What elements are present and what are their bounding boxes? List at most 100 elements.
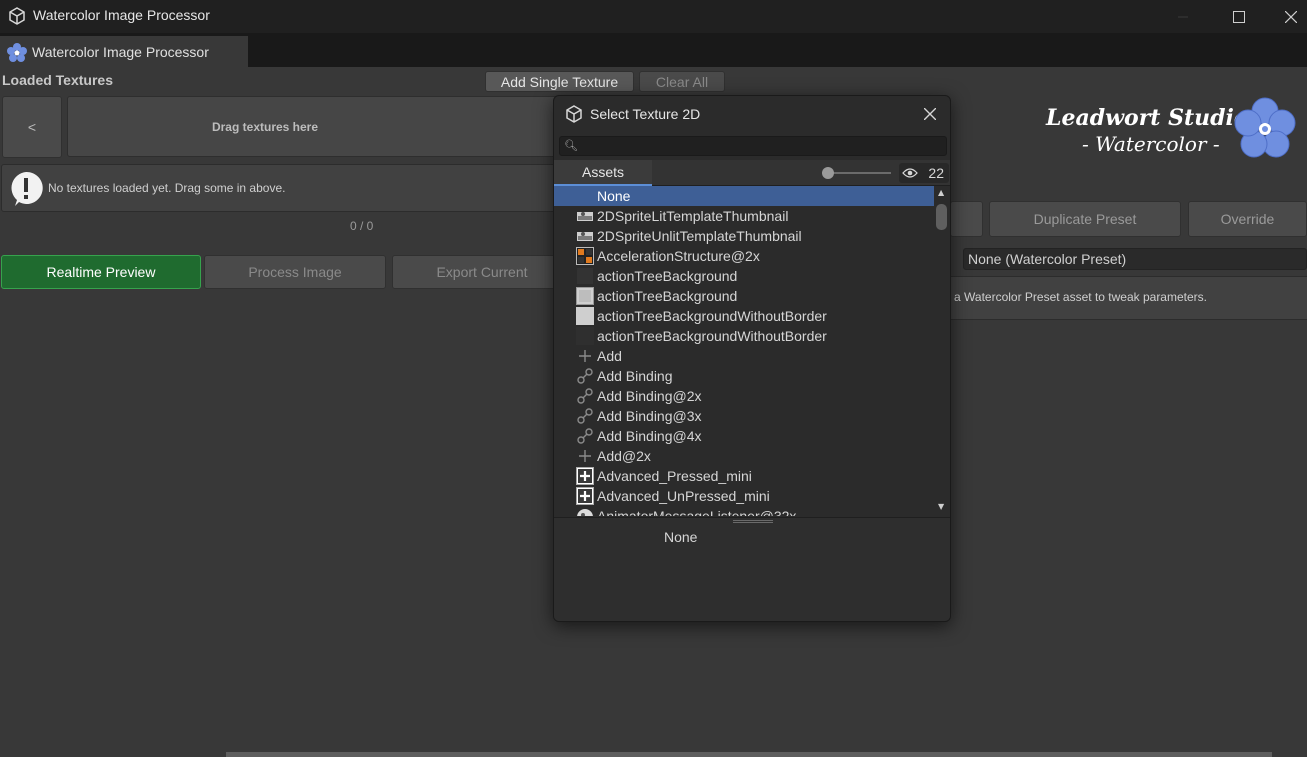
export-current-button[interactable]: Export Current xyxy=(392,255,572,289)
light-square-icon xyxy=(576,287,594,305)
scroll-thumb[interactable] xyxy=(936,204,947,230)
horizontal-scrollbar[interactable] xyxy=(226,752,1272,757)
drop-area[interactable]: Drag textures here xyxy=(67,96,561,157)
override-button[interactable]: Override xyxy=(1188,201,1307,237)
logo-studio-name: Leadwort Studios xyxy=(1046,105,1261,131)
preset-helpbox: a Watercolor Preset asset to tweak param… xyxy=(950,276,1307,320)
asset-list-item[interactable]: 2DSpriteUnlitTemplateThumbnail xyxy=(554,226,934,246)
asset-list-item-label: Add Binding@3x xyxy=(597,408,702,424)
info-message: No textures loaded yet. Drag some in abo… xyxy=(48,181,286,195)
sprite-thumbnail-icon xyxy=(576,207,594,225)
asset-list-item[interactable]: Add Binding xyxy=(554,366,934,386)
asset-list-item-label: actionTreeBackgroundWithoutBorder xyxy=(597,308,827,324)
asset-list-item-label: AnimatorMessageListener@32x xyxy=(597,508,797,516)
window-titlebar: Watercolor Image Processor xyxy=(0,0,1307,33)
asset-list-item-label: AccelerationStructure@2x xyxy=(597,248,760,264)
selected-asset-label: None xyxy=(664,529,698,545)
clear-all-button[interactable]: Clear All xyxy=(639,71,725,92)
sprite-thumbnail-icon xyxy=(576,227,594,245)
scroll-down-icon[interactable]: ▼ xyxy=(938,502,944,511)
minimize-button[interactable] xyxy=(1160,0,1206,33)
asset-list-item[interactable]: None xyxy=(554,186,934,206)
plus-icon xyxy=(576,347,594,365)
minimize-icon xyxy=(1178,16,1188,17)
light-fill-icon xyxy=(576,307,594,325)
asset-list-item-label: Add@2x xyxy=(597,448,651,464)
preset-help-message: a Watercolor Preset asset to tweak param… xyxy=(954,290,1207,304)
asset-list-item-label: Add Binding@2x xyxy=(597,388,702,404)
preset-button-partial[interactable] xyxy=(950,201,983,237)
asset-list-item[interactable]: Advanced_Pressed_mini xyxy=(554,466,934,486)
window-title: Watercolor Image Processor xyxy=(33,7,210,23)
binding-icon xyxy=(576,427,594,445)
loaded-textures-heading: Loaded Textures xyxy=(2,72,113,88)
asset-list-item[interactable]: actionTreeBackgroundWithoutBorder xyxy=(554,326,934,346)
asset-list-item[interactable]: actionTreeBackground xyxy=(554,286,934,306)
splitter-handle[interactable] xyxy=(733,520,773,523)
maximize-button[interactable] xyxy=(1216,0,1262,33)
unity-cube-icon xyxy=(9,7,25,25)
asset-list-item-label: Add Binding xyxy=(597,368,673,384)
search-icon: 🔍︎ xyxy=(564,139,578,152)
asset-list-item[interactable]: 2DSpriteLitTemplateThumbnail xyxy=(554,206,934,226)
dialog-search-input[interactable]: 🔍︎ xyxy=(559,136,947,156)
maximize-icon xyxy=(1233,10,1245,23)
asset-list-scrollbar[interactable]: ▲ ▼ xyxy=(934,186,950,516)
unity-cube-icon xyxy=(566,105,582,123)
asset-list-item-label: Add xyxy=(597,348,622,364)
asset-list-item[interactable]: AccelerationStructure@2x xyxy=(554,246,934,266)
asset-list-item-label: Advanced_UnPressed_mini xyxy=(597,488,770,504)
asset-list-item-label: Advanced_Pressed_mini xyxy=(597,468,752,484)
scroll-up-icon[interactable]: ▲ xyxy=(938,188,944,197)
acceleration-icon xyxy=(576,247,594,265)
asset-list-item[interactable]: Add@2x xyxy=(554,446,934,466)
icon-size-slider-track[interactable] xyxy=(824,172,891,174)
info-icon xyxy=(11,171,43,206)
dialog-tabs: Assets 22 xyxy=(554,160,950,186)
dark-fill-icon xyxy=(576,327,594,345)
asset-list-item[interactable]: Add Binding@2x xyxy=(554,386,934,406)
asset-list-item-label: 2DSpriteUnlitTemplateThumbnail xyxy=(597,228,802,244)
asset-list-item-label: actionTreeBackgroundWithoutBorder xyxy=(597,328,827,344)
texture-counter: 0 / 0 xyxy=(350,219,374,233)
close-window-button[interactable] xyxy=(1274,0,1307,33)
visibility-toggle[interactable]: 22 xyxy=(899,163,949,183)
asset-list-item[interactable]: actionTreeBackground xyxy=(554,266,934,286)
dialog-preview-area: None xyxy=(554,517,950,621)
previous-button[interactable]: < xyxy=(2,96,62,158)
tab-watercolor-processor[interactable]: Watercolor Image Processor xyxy=(0,36,248,67)
preset-object-field[interactable]: None (Watercolor Preset) xyxy=(963,248,1307,270)
asset-list-item-label: 2DSpriteLitTemplateThumbnail xyxy=(597,208,789,224)
asset-list-item[interactable]: actionTreeBackgroundWithoutBorder xyxy=(554,306,934,326)
asset-list-item[interactable]: Add xyxy=(554,346,934,366)
asset-list-item-label: None xyxy=(597,188,631,204)
dialog-close-button[interactable] xyxy=(920,104,940,124)
select-texture-dialog: Select Texture 2D 🔍︎ Assets 22 None 2DSpr… xyxy=(553,95,951,622)
asset-list-item[interactable]: Add Binding@4x xyxy=(554,426,934,446)
visible-count: 22 xyxy=(928,165,944,181)
close-icon xyxy=(924,108,936,120)
editor-tabstrip: Watercolor Image Processor xyxy=(0,33,1307,67)
logo-flower-icon xyxy=(1234,97,1296,158)
asset-list[interactable]: None 2DSpriteLitTemplateThumbnail 2DSprite… xyxy=(554,186,934,516)
drop-area-label: Drag textures here xyxy=(211,119,319,134)
asset-list-item[interactable]: Add Binding@3x xyxy=(554,406,934,426)
info-helpbox: No textures loaded yet. Drag some in abo… xyxy=(1,164,561,212)
process-image-button[interactable]: Process Image xyxy=(204,255,386,289)
tab-label: Watercolor Image Processor xyxy=(32,44,209,60)
asset-list-item-label: actionTreeBackground xyxy=(597,268,738,284)
tab-assets[interactable]: Assets xyxy=(554,160,652,186)
eye-icon xyxy=(902,168,918,178)
flower-icon xyxy=(7,43,27,62)
add-single-texture-button[interactable]: Add Single Texture xyxy=(485,71,634,92)
binding-icon xyxy=(576,407,594,425)
icon-size-slider-thumb[interactable] xyxy=(822,167,834,179)
dark-square-icon xyxy=(576,267,594,285)
asset-list-item[interactable]: AnimatorMessageListener@32x xyxy=(554,506,934,516)
binding-icon xyxy=(576,387,594,405)
duplicate-preset-button[interactable]: Duplicate Preset xyxy=(989,201,1181,237)
realtime-preview-button[interactable]: Realtime Preview xyxy=(1,255,201,289)
advanced-icon xyxy=(576,467,594,485)
close-icon xyxy=(1284,10,1297,23)
asset-list-item[interactable]: Advanced_UnPressed_mini xyxy=(554,486,934,506)
